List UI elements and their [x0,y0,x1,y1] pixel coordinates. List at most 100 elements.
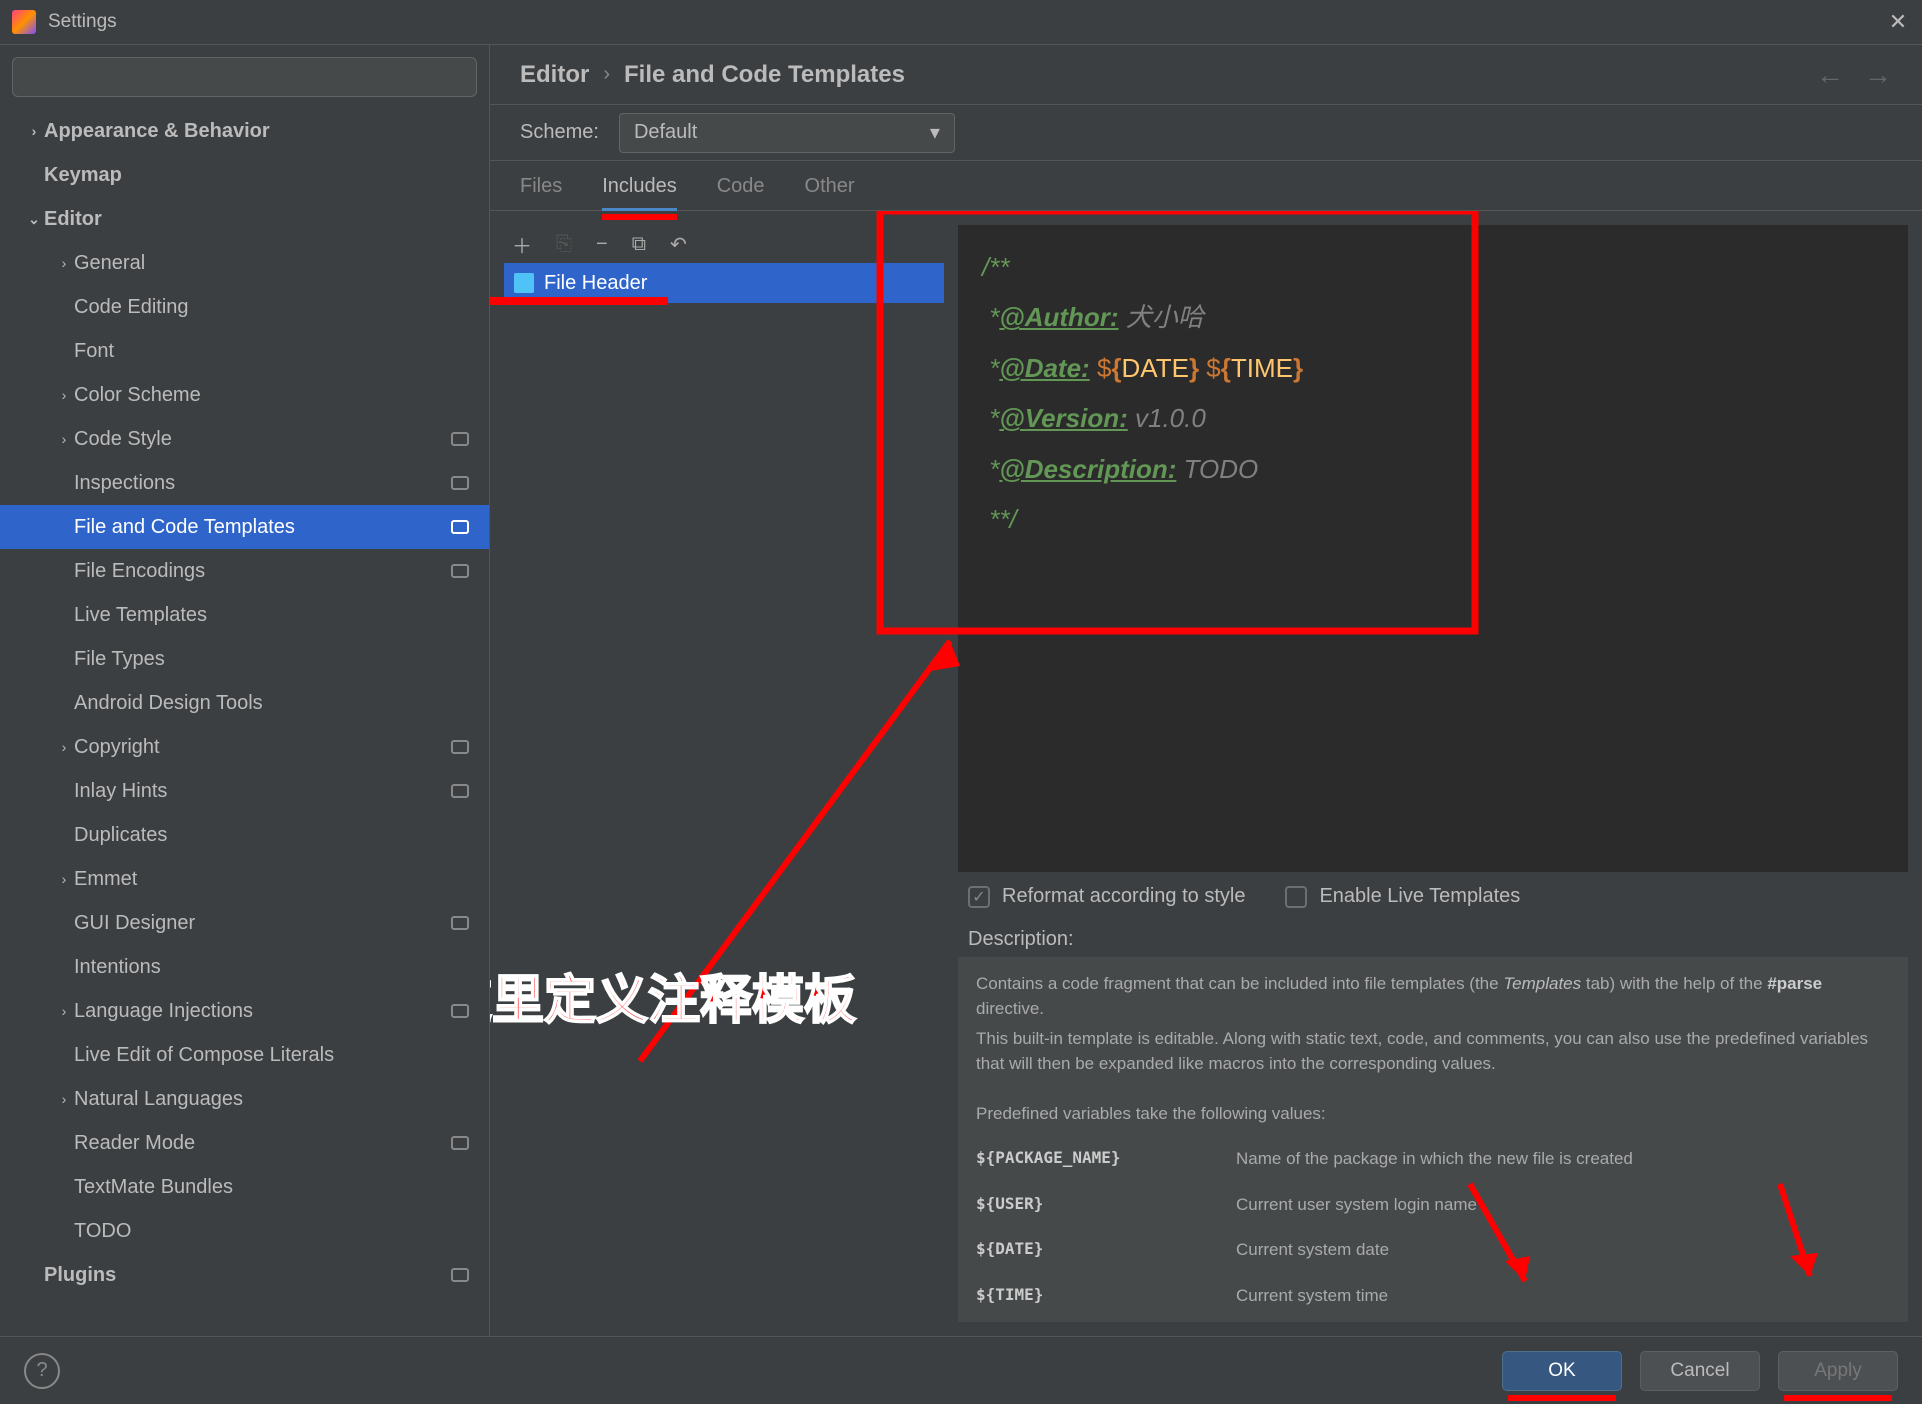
window-title: Settings [48,11,117,33]
sidebar-item-textmate-bundles[interactable]: TextMate Bundles [0,1165,489,1209]
sidebar-item-live-edit-of-compose-literals[interactable]: Live Edit of Compose Literals [0,1033,489,1077]
tab-code[interactable]: Code [717,175,765,210]
variable-row: ${USER}Current user system login name [976,1192,1890,1218]
sidebar-item-label: Inspections [74,472,175,495]
sidebar-item-label: Plugins [44,1264,116,1287]
description-label: Description: [958,922,1908,957]
sidebar-item-label: TextMate Bundles [74,1176,233,1199]
project-scope-icon [451,740,469,754]
sidebar-item-label: Copyright [74,736,160,759]
sidebar-item-label: Font [74,340,114,363]
sidebar-item-label: Natural Languages [74,1088,243,1111]
tab-other[interactable]: Other [805,175,855,210]
sidebar-item-file-types[interactable]: File Types [0,637,489,681]
nav-back-icon[interactable]: ← [1816,59,1844,91]
sidebar-item-label: File and Code Templates [74,516,295,539]
checkbox-icon [968,886,990,908]
sidebar-item-code-editing[interactable]: Code Editing [0,285,489,329]
ok-button[interactable]: OK [1502,1351,1622,1391]
sidebar-item-label: File Encodings [74,560,205,583]
chevron-right-icon: › [54,255,74,271]
sidebar-item-code-style[interactable]: ›Code Style [0,417,489,461]
sidebar-item-inspections[interactable]: Inspections [0,461,489,505]
variable-name: ${TIME} [976,1283,1196,1309]
breadcrumb-main[interactable]: Editor [520,61,589,89]
sidebar-item-file-and-code-templates[interactable]: File and Code Templates [0,505,489,549]
sidebar-item-plugins[interactable]: Plugins [0,1253,489,1297]
variable-description: Name of the package in which the new fil… [1236,1146,1890,1172]
breadcrumb-sub: File and Code Templates [624,61,905,89]
sidebar-item-label: Emmet [74,868,137,891]
variable-row: ${TIME}Current system time [976,1283,1890,1309]
sidebar-item-label: Android Design Tools [74,692,263,715]
tab-files[interactable]: Files [520,175,562,210]
chevron-right-icon: › [54,871,74,887]
chevron-right-icon: › [54,431,74,447]
file-icon [514,273,534,293]
scheme-label: Scheme: [520,121,599,144]
cancel-button[interactable]: Cancel [1640,1351,1760,1391]
titlebar: Settings ✕ [0,0,1922,45]
project-scope-icon [451,1004,469,1018]
sidebar-item-intentions[interactable]: Intentions [0,945,489,989]
variable-name: ${USER} [976,1192,1196,1218]
sidebar-item-todo[interactable]: TODO [0,1209,489,1253]
sidebar-item-appearance-behavior[interactable]: ›Appearance & Behavior [0,109,489,153]
sidebar-item-editor[interactable]: ⌄Editor [0,197,489,241]
sidebar: 🔍 ›Appearance & BehaviorKeymap⌄Editor›Ge… [0,45,490,1336]
chevron-right-icon: › [54,1003,74,1019]
tab-includes[interactable]: Includes [602,175,677,210]
variable-description: Current system date [1236,1237,1890,1263]
scheme-select[interactable]: Default ▾ [619,113,955,153]
live-templates-checkbox[interactable]: Enable Live Templates [1285,885,1520,908]
sidebar-item-label: General [74,252,145,275]
apply-button[interactable]: Apply [1778,1351,1898,1391]
remove-icon[interactable]: − [596,233,608,256]
close-icon[interactable]: ✕ [1886,10,1910,34]
copy-icon[interactable]: ⧉ [632,233,646,256]
sidebar-item-emmet[interactable]: ›Emmet [0,857,489,901]
sidebar-item-label: Inlay Hints [74,780,167,803]
project-scope-icon [451,564,469,578]
project-scope-icon [451,520,469,534]
sidebar-item-label: Code Style [74,428,172,451]
sidebar-item-natural-languages[interactable]: ›Natural Languages [0,1077,489,1121]
sidebar-item-inlay-hints[interactable]: Inlay Hints [0,769,489,813]
chevron-right-icon: › [54,739,74,755]
template-list-item[interactable]: File Header [504,263,944,303]
help-button[interactable]: ? [24,1353,60,1389]
sidebar-item-label: TODO [74,1220,131,1243]
sidebar-item-label: GUI Designer [74,912,195,935]
variable-row: ${PACKAGE_NAME} Name of the package in wh… [976,1146,1890,1172]
sidebar-item-label: Color Scheme [74,384,201,407]
sidebar-item-live-templates[interactable]: Live Templates [0,593,489,637]
template-item-label: File Header [544,272,647,295]
sidebar-item-android-design-tools[interactable]: Android Design Tools [0,681,489,725]
sidebar-item-copyright[interactable]: ›Copyright [0,725,489,769]
chevron-right-icon: › [54,1091,74,1107]
sidebar-item-general[interactable]: ›General [0,241,489,285]
chevron-right-icon: › [54,387,74,403]
search-input[interactable] [12,57,477,97]
sidebar-item-color-scheme[interactable]: ›Color Scheme [0,373,489,417]
nav-forward-icon[interactable]: → [1864,59,1892,91]
sidebar-item-file-encodings[interactable]: File Encodings [0,549,489,593]
code-editor[interactable]: /** *@Author: 犬小哈 *@Date: ${DATE} ${TIME… [958,225,1908,872]
sidebar-item-language-injections[interactable]: ›Language Injections [0,989,489,1033]
sidebar-item-label: Intentions [74,956,161,979]
add-icon[interactable]: ＋ [512,230,532,259]
sidebar-item-reader-mode[interactable]: Reader Mode [0,1121,489,1165]
sidebar-item-label: Appearance & Behavior [44,120,270,143]
variable-name: ${PACKAGE_NAME} [976,1146,1196,1172]
sidebar-item-font[interactable]: Font [0,329,489,373]
sidebar-item-duplicates[interactable]: Duplicates [0,813,489,857]
reformat-checkbox[interactable]: Reformat according to style [968,885,1245,908]
sidebar-item-keymap[interactable]: Keymap [0,153,489,197]
sidebar-item-label: Keymap [44,164,122,187]
sidebar-item-gui-designer[interactable]: GUI Designer [0,901,489,945]
revert-icon[interactable]: ↶ [670,232,687,257]
copy-as-icon: ⎘ [556,233,572,256]
sidebar-item-label: Code Editing [74,296,189,319]
sidebar-item-label: Live Edit of Compose Literals [74,1044,334,1067]
description-box: Contains a code fragment that can be inc… [958,957,1908,1323]
